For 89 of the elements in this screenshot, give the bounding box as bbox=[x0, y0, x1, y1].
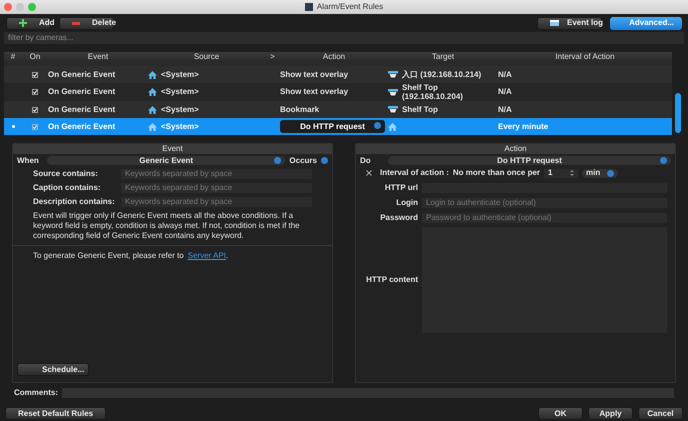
server-api-link[interactable]: Server API bbox=[188, 250, 226, 262]
field-label: HTTP content bbox=[365, 274, 419, 286]
apply-button[interactable]: Apply bbox=[588, 407, 633, 420]
action-text: Show text overlay bbox=[280, 87, 348, 96]
column-header[interactable]: Event bbox=[48, 52, 148, 60]
table-row[interactable]: On Generic Event <System> Do HTTP request Every minute bbox=[4, 118, 672, 135]
stepper-icon bbox=[570, 170, 574, 176]
interval-text: N/A bbox=[498, 87, 512, 96]
text-field[interactable]: Login to authenticate (optional) bbox=[422, 198, 667, 208]
column-header[interactable]: # bbox=[4, 52, 22, 60]
filter-field[interactable]: filter by cameras... bbox=[4, 32, 684, 44]
column-header[interactable]: Target bbox=[388, 52, 498, 60]
panel-title: Event bbox=[13, 144, 332, 154]
keyword-field[interactable]: Keywords separated by space bbox=[121, 183, 312, 193]
house-icon bbox=[148, 122, 157, 130]
table-row[interactable]: On Generic Event <System> Bookmark Shelf Top N/A bbox=[4, 101, 672, 118]
event-text: On Generic Event bbox=[48, 122, 116, 130]
ok-button[interactable]: OK bbox=[538, 407, 583, 420]
target-text: 入口 (192.168.10.214) bbox=[402, 70, 482, 79]
source-text: <System> bbox=[161, 120, 199, 132]
field-label: Login bbox=[395, 197, 419, 209]
when-label: When bbox=[17, 154, 40, 166]
column-header[interactable]: Interval of Action bbox=[498, 52, 672, 60]
text-field[interactable]: Password to authenticate (optional) bbox=[422, 213, 667, 223]
column-header[interactable]: > bbox=[265, 52, 280, 60]
log-icon bbox=[550, 20, 559, 26]
do-label: Do bbox=[360, 154, 372, 166]
column-header[interactable]: On bbox=[22, 52, 48, 60]
house-icon bbox=[388, 122, 397, 130]
source-text: <System> bbox=[161, 86, 199, 98]
current-row-icon bbox=[12, 125, 14, 128]
field-label: Password bbox=[379, 212, 419, 224]
table-row[interactable]: On Generic Event <System> Show text overlay Shelf Top (192.168.10.204) N/A bbox=[4, 83, 672, 101]
enabled-checkbox[interactable] bbox=[32, 89, 38, 95]
column-header[interactable]: Action bbox=[280, 52, 388, 60]
refer-text: To generate Generic Event, please refer to bbox=[33, 250, 184, 262]
cancel-button[interactable]: Cancel bbox=[638, 407, 683, 420]
action-text: Show text overlay bbox=[280, 70, 348, 78]
unit-dropdown[interactable]: min bbox=[582, 168, 618, 178]
table-row[interactable]: On Generic Event <System> Show text overlay 入口 (192.168.10.214) N/A bbox=[4, 66, 672, 83]
do-dropdown[interactable]: Do HTTP request bbox=[388, 156, 671, 165]
close-icon[interactable] bbox=[4, 3, 12, 11]
camera-icon bbox=[388, 88, 398, 96]
action-text: Bookmark bbox=[280, 104, 320, 114]
interval-text: No more than once per bbox=[452, 167, 540, 179]
app-icon bbox=[304, 3, 313, 11]
interval-text: N/A bbox=[498, 104, 512, 114]
window-title: Alarm/Event Rules bbox=[316, 1, 384, 13]
period-text: . bbox=[226, 250, 228, 262]
delete-button[interactable]: Delete bbox=[59, 16, 114, 30]
zoom-icon[interactable] bbox=[28, 3, 36, 11]
enabled-checkbox[interactable] bbox=[32, 106, 38, 112]
interval-text: Every minute bbox=[498, 122, 548, 130]
enabled-checkbox[interactable] bbox=[32, 72, 38, 78]
keyword-field[interactable]: Keywords separated by space bbox=[121, 197, 312, 207]
interval-checkbox[interactable] bbox=[366, 170, 372, 176]
event-text: On Generic Event bbox=[48, 70, 116, 78]
source-text: <System> bbox=[161, 68, 199, 80]
plus-icon bbox=[19, 19, 27, 27]
target-text: Shelf Top (192.168.10.204) bbox=[402, 83, 464, 101]
target-text: Shelf Top bbox=[402, 105, 439, 114]
event-text: On Generic Event bbox=[48, 87, 116, 96]
field-label: Description contains: bbox=[33, 196, 116, 208]
panel-title: Action bbox=[356, 144, 675, 154]
when-dropdown[interactable]: Generic Event bbox=[47, 156, 286, 165]
camera-icon bbox=[388, 71, 398, 78]
interval-spinbox[interactable]: 1 bbox=[544, 168, 578, 178]
house-icon bbox=[148, 106, 157, 114]
house-icon bbox=[148, 70, 157, 78]
schedule-button[interactable]: Schedule... bbox=[17, 363, 89, 376]
minus-icon bbox=[72, 22, 80, 24]
field-label: Source contains: bbox=[33, 168, 99, 180]
house-icon bbox=[148, 88, 157, 96]
camera-icon bbox=[388, 106, 398, 113]
field-label: Caption contains: bbox=[33, 182, 102, 194]
comments-label: Comments: bbox=[14, 387, 58, 399]
source-text: <System> bbox=[161, 104, 199, 116]
keyword-field[interactable]: Keywords separated by space bbox=[121, 169, 312, 179]
column-header[interactable]: Source bbox=[148, 52, 265, 60]
event-log-button[interactable]: Event log bbox=[537, 16, 602, 30]
condition-note: Event will trigger only if Generic Event meets all the above conditions. If a keyword field is empty, condition is always met. If not, condition is met if the corresponding field of Generic Event contains any keyword. bbox=[13, 211, 332, 246]
interval-text: N/A bbox=[498, 70, 512, 78]
event-text: On Generic Event bbox=[48, 104, 116, 114]
occurs-dropdown[interactable]: Occurs bbox=[289, 154, 328, 166]
reset-default-rules-button[interactable]: Reset Default Rules bbox=[5, 407, 106, 420]
action-dropdown[interactable]: Do HTTP request bbox=[280, 120, 385, 133]
enabled-checkbox[interactable] bbox=[32, 124, 38, 130]
interval-label: Interval of action : bbox=[380, 167, 449, 179]
field-label: HTTP url bbox=[384, 182, 419, 194]
